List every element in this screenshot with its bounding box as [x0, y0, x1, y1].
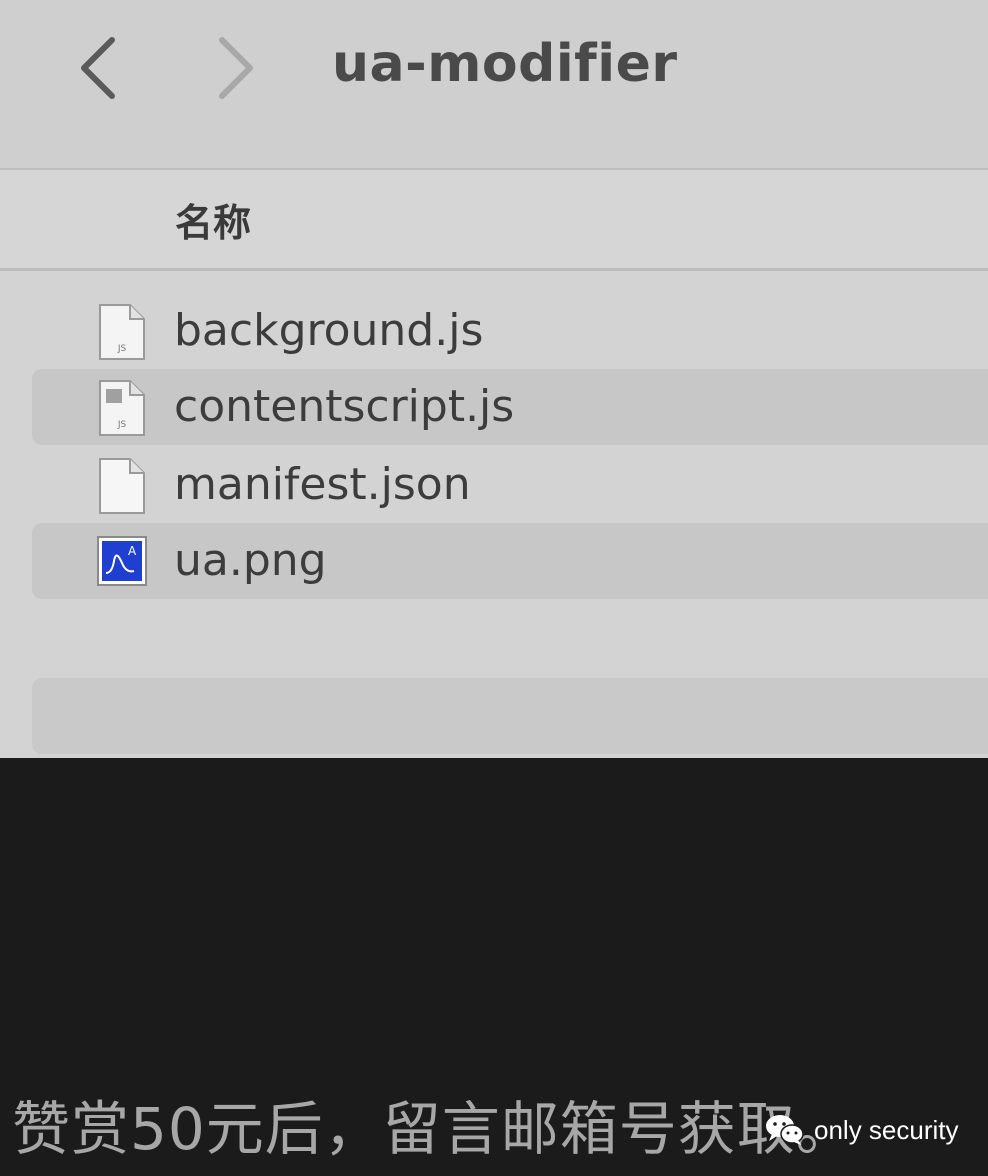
- file-row-manifest-json[interactable]: manifest.json: [32, 447, 988, 523]
- file-name: background.js: [174, 305, 484, 356]
- chevron-right-icon: [219, 37, 253, 99]
- wechat-icon: [766, 1115, 804, 1145]
- window-title: ua-modifier: [332, 34, 678, 94]
- file-row-ua-png[interactable]: A ua.png: [32, 523, 988, 599]
- watermark: only security: [764, 1112, 959, 1148]
- svg-text:A: A: [128, 544, 137, 558]
- file-row-background-js[interactable]: JS background.js: [32, 293, 988, 369]
- empty-list-row: [32, 678, 988, 754]
- watermark-text: only security: [814, 1114, 959, 1145]
- js-file-icon: JS: [99, 304, 145, 360]
- js-file-icon: JS: [99, 380, 145, 436]
- file-row-contentscript-js[interactable]: JS contentscript.js: [32, 369, 988, 445]
- column-header-name[interactable]: 名称: [175, 192, 251, 247]
- file-name: contentscript.js: [174, 381, 515, 432]
- column-header-row: 名称: [0, 170, 988, 271]
- file-name: manifest.json: [174, 459, 471, 510]
- svg-text:JS: JS: [117, 344, 127, 354]
- document-icon: [99, 458, 145, 514]
- image-file-icon: A: [97, 536, 147, 586]
- svg-text:JS: JS: [117, 420, 127, 430]
- back-button[interactable]: [68, 28, 128, 108]
- finder-window: ua-modifier 名称 JS background.js JS conte…: [0, 0, 988, 758]
- video-caption: 赞赏50元后，留言邮箱号获取。: [12, 1095, 855, 1163]
- window-toolbar: ua-modifier: [0, 0, 988, 170]
- file-name: ua.png: [174, 535, 327, 586]
- file-list: JS background.js JS contentscript.js man…: [0, 271, 988, 758]
- forward-button[interactable]: [206, 28, 266, 108]
- chevron-left-icon: [81, 37, 115, 99]
